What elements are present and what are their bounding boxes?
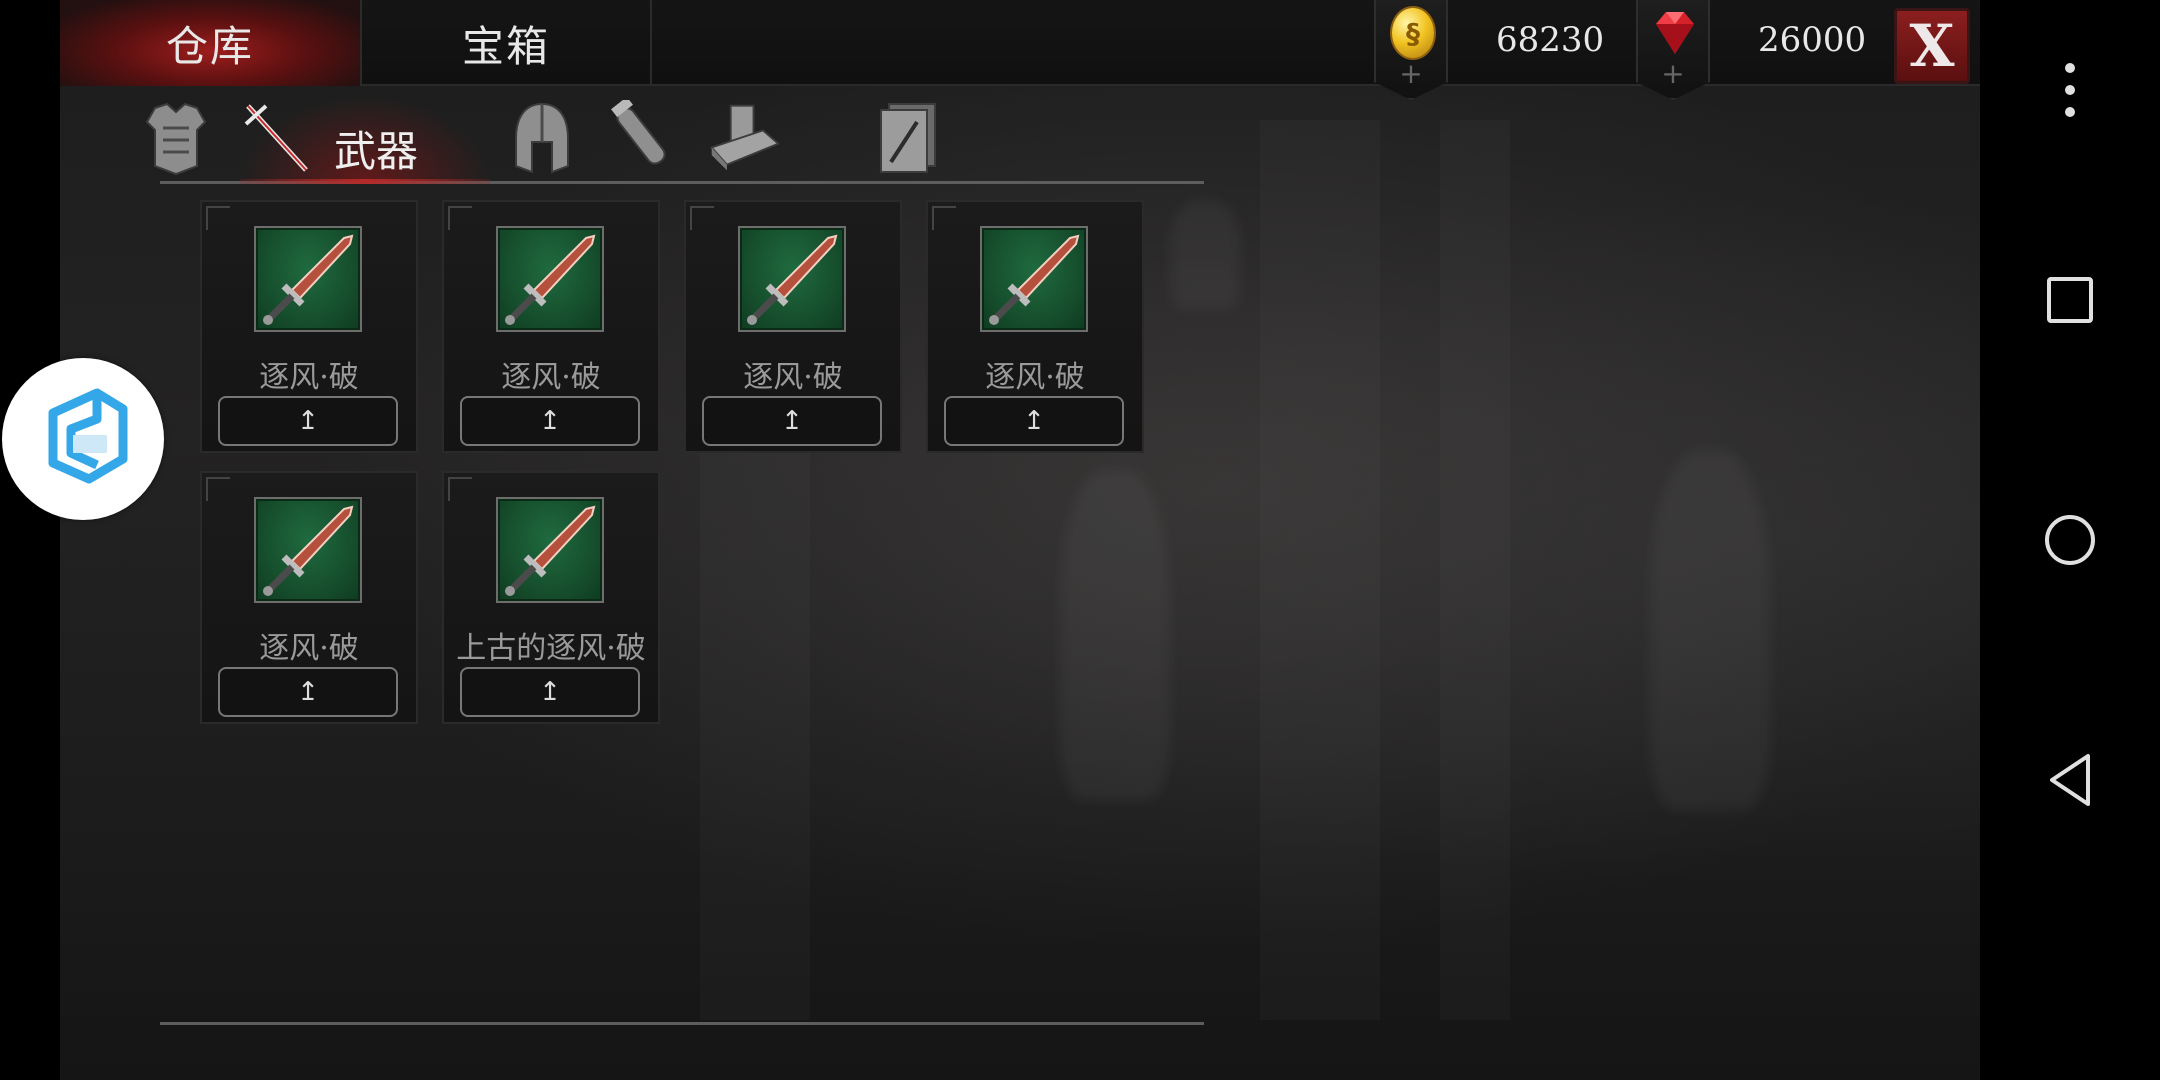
gold-amount: 68230 (1496, 20, 1605, 60)
sword-icon (263, 505, 354, 596)
back-button[interactable] (1980, 750, 2160, 810)
background-figure (1650, 450, 1770, 810)
item-thumbnail (980, 226, 1088, 332)
category-armor[interactable] (138, 100, 214, 176)
floating-app-icon (48, 388, 128, 484)
armor-icon (145, 102, 207, 176)
add-gold-button[interactable]: § + (1374, 0, 1448, 100)
floating-app-button[interactable] (2, 358, 164, 520)
category-weapon[interactable] (240, 100, 316, 176)
sword-icon (989, 234, 1080, 325)
card-corner-ornament (690, 206, 714, 230)
background-pillar (1440, 120, 1510, 1020)
recents-button[interactable] (1980, 270, 2160, 330)
sword-icon (747, 234, 838, 325)
item-equip-button[interactable]: ↥ (460, 667, 640, 717)
sword-icon (263, 234, 354, 325)
helmet-icon (515, 102, 569, 174)
item-name: 上古的逐风·破 (456, 631, 646, 666)
item-equip-button[interactable]: ↥ (702, 396, 882, 446)
background-pillar (1260, 120, 1380, 1020)
sword-icon (505, 505, 596, 596)
item-name: 逐风·破 (743, 360, 843, 395)
item-equip-button[interactable]: ↥ (218, 667, 398, 717)
inventory-item[interactable]: 逐风·破 ↥ (442, 200, 660, 453)
plus-icon: + (1399, 57, 1423, 90)
add-gems-button[interactable]: + (1636, 0, 1710, 100)
category-potion[interactable] (604, 100, 680, 176)
equip-arrow-icon: ↥ (539, 677, 561, 707)
tab-treasure-chest[interactable]: 宝箱 (360, 0, 652, 86)
equip-arrow-icon: ↥ (781, 406, 803, 436)
card-corner-ornament (448, 206, 472, 230)
item-thumbnail (496, 497, 604, 603)
equip-arrow-icon: ↥ (539, 406, 561, 436)
item-thumbnail (254, 226, 362, 332)
gem-amount: 26000 (1758, 20, 1867, 60)
equip-arrow-icon: ↥ (297, 677, 319, 707)
category-materials[interactable] (706, 100, 782, 176)
card-corner-ornament (932, 206, 956, 230)
item-thumbnail (254, 497, 362, 603)
item-equip-button[interactable]: ↥ (218, 396, 398, 446)
more-button[interactable] (1980, 60, 2160, 120)
inventory-item[interactable]: 逐风·破 ↥ (200, 200, 418, 453)
tab-warehouse[interactable]: 仓库 (60, 0, 360, 86)
left-gutter (0, 0, 60, 1080)
item-name: 逐风·破 (985, 360, 1085, 395)
more-icon (2065, 63, 2075, 117)
item-thumbnail (738, 226, 846, 332)
system-nav-bar (1980, 0, 2160, 1080)
item-thumbnail (496, 226, 604, 332)
category-weapon-label: 武器 (334, 127, 419, 176)
item-name: 逐风·破 (259, 360, 359, 395)
sword-icon (505, 234, 596, 325)
close-icon: X (1909, 12, 1955, 80)
inventory-item[interactable]: 逐风·破 ↥ (926, 200, 1144, 453)
inventory-item[interactable]: 逐风·破 ↥ (200, 471, 418, 724)
home-button[interactable] (1980, 508, 2160, 572)
inventory-item[interactable]: 逐风·破 ↥ (684, 200, 902, 453)
recents-icon (2047, 277, 2093, 323)
home-icon (2045, 515, 2095, 565)
tab-warehouse-label: 仓库 (165, 21, 254, 71)
plus-icon: + (1661, 57, 1685, 90)
close-button[interactable]: X (1894, 8, 1970, 84)
background-figure (1060, 470, 1170, 800)
tab-treasure-chest-label: 宝箱 (461, 21, 550, 71)
category-helmet[interactable] (504, 100, 580, 176)
red-gem-icon (1656, 12, 1694, 54)
card-corner-ornament (448, 477, 472, 501)
item-equip-button[interactable]: ↥ (944, 396, 1124, 446)
gold-coin-icon: § (1390, 6, 1436, 60)
bottom-divider (160, 1022, 1204, 1025)
top-bar: 仓库 宝箱 § + 68230 + 26000 X (60, 0, 1980, 100)
game-area: 仓库 宝箱 § + 68230 + 26000 X 武器 逐风·破 ↥ 逐风·破… (60, 0, 1980, 1080)
background-figure (1170, 200, 1240, 310)
card-icon (880, 103, 936, 173)
materials-icon (710, 104, 780, 171)
sword-icon (244, 104, 308, 172)
potion-icon (611, 100, 666, 165)
category-card[interactable] (870, 100, 946, 176)
item-name: 逐风·破 (501, 360, 601, 395)
equip-arrow-icon: ↥ (297, 406, 319, 436)
item-equip-button[interactable]: ↥ (460, 396, 640, 446)
category-active-underline (240, 179, 490, 184)
equip-arrow-icon: ↥ (1023, 406, 1045, 436)
card-corner-ornament (206, 206, 230, 230)
inventory-item[interactable]: 上古的逐风·破 ↥ (442, 471, 660, 724)
back-icon (2050, 754, 2090, 806)
card-corner-ornament (206, 477, 230, 501)
item-name: 逐风·破 (259, 631, 359, 666)
